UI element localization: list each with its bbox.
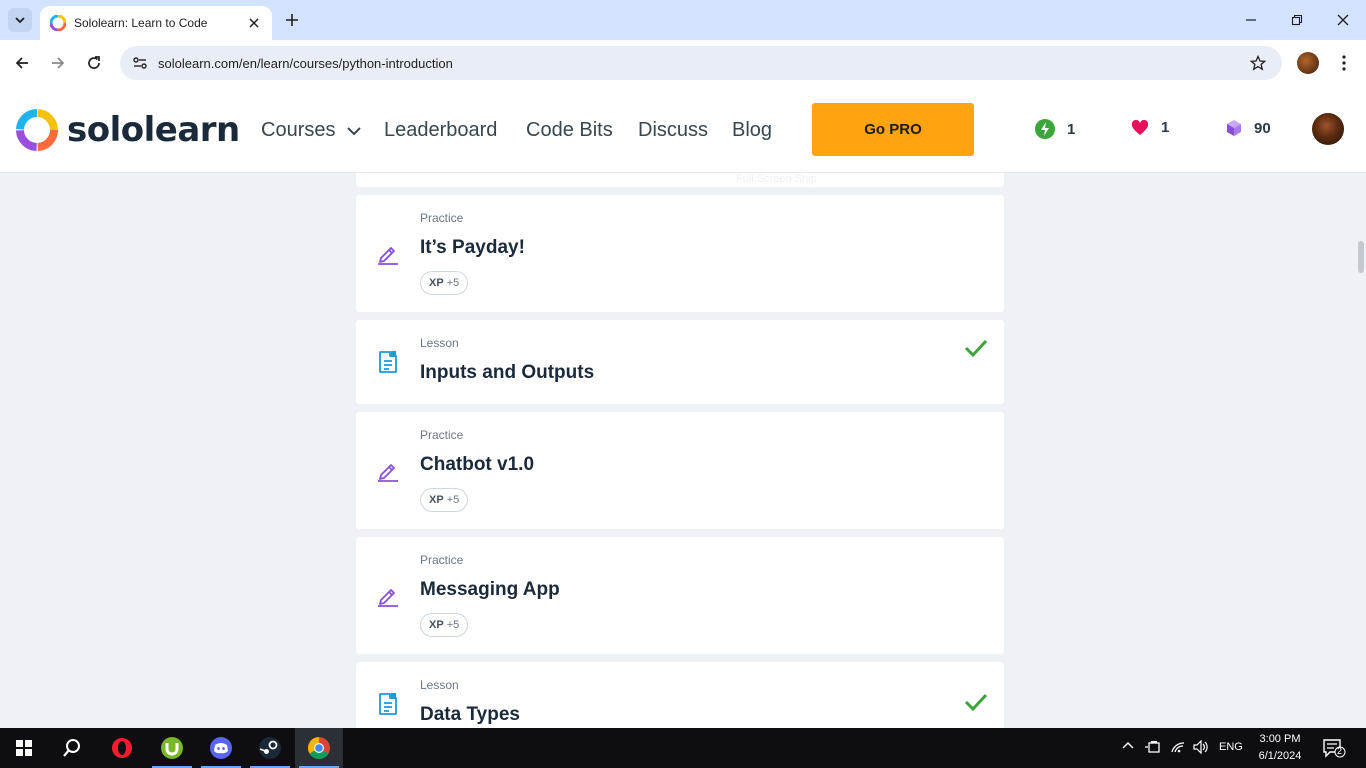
completed-check-icon — [964, 339, 988, 358]
previous-card-partial[interactable]: Full Screen Snip — [356, 173, 1004, 187]
reload-icon[interactable] — [83, 52, 105, 74]
nav-discuss[interactable]: Discuss — [638, 119, 708, 142]
browser-profile-avatar[interactable] — [1297, 52, 1319, 74]
lightning-icon — [1035, 119, 1055, 139]
site-info-icon[interactable] — [130, 53, 150, 73]
nav-courses[interactable]: Courses — [261, 119, 361, 142]
steam-icon[interactable] — [246, 728, 294, 768]
volume-icon[interactable] — [1193, 740, 1209, 754]
input-language-indicator[interactable]: ENG — [1219, 741, 1243, 753]
bits-value: 90 — [1254, 119, 1271, 137]
xp-label: XP — [429, 619, 444, 631]
restore-window-icon[interactable] — [1285, 8, 1309, 32]
browser-toolbar: sololearn.com/en/learn/courses/python-in… — [0, 40, 1366, 86]
course-item-card[interactable]: Practice Chatbot v1.0 XP +5 — [356, 412, 1004, 529]
chevron-down-icon — [347, 127, 361, 136]
xp-badge: XP +5 — [420, 488, 469, 512]
practice-pencil-icon — [378, 589, 398, 607]
bits-counter[interactable]: 90 — [1226, 119, 1271, 137]
notification-center-icon[interactable]: 2 — [1322, 738, 1346, 758]
tab-search-chevron-icon[interactable] — [8, 8, 32, 32]
practice-pencil-icon — [378, 247, 398, 265]
lesson-document-icon — [379, 693, 397, 715]
back-arrow-icon[interactable] — [11, 52, 33, 74]
close-window-icon[interactable] — [1331, 8, 1355, 32]
clock-date: 6/1/2024 — [1258, 750, 1302, 762]
browser-tab-strip: Sololearn: Learn to Code — [0, 0, 1366, 40]
xp-value: +5 — [446, 277, 460, 289]
go-pro-button[interactable]: Go PRO — [812, 103, 974, 156]
item-kind-label: Lesson — [420, 336, 459, 350]
xp-label: XP — [429, 277, 444, 289]
windows-taskbar: ENG 3:00 PM 6/1/2024 2 — [0, 728, 1366, 768]
sololearn-favicon-icon — [50, 15, 66, 31]
battery-icon[interactable] — [1145, 740, 1161, 754]
browser-menu-icon[interactable] — [1334, 52, 1354, 74]
browser-tab[interactable]: Sololearn: Learn to Code — [40, 6, 272, 40]
utorrent-icon[interactable] — [148, 728, 196, 768]
completed-check-icon — [964, 693, 988, 712]
heart-icon — [1131, 119, 1149, 135]
site-header: sololearn Courses Leaderboard Code Bits … — [0, 86, 1366, 173]
system-clock[interactable]: 3:00 PM 6/1/2024 — [1252, 731, 1308, 765]
notification-count: 2 — [1337, 746, 1343, 756]
xp-value: +5 — [446, 619, 460, 631]
item-kind-label: Lesson — [420, 678, 459, 692]
course-content: Full Screen Snip Practice It’s Payday! X… — [0, 173, 1366, 728]
xp-badge: XP +5 — [420, 271, 469, 295]
discord-icon[interactable] — [197, 728, 245, 768]
show-hidden-icons-chevron-icon[interactable] — [1122, 740, 1134, 750]
sololearn-logo[interactable]: sololearn — [15, 108, 240, 152]
nav-blog[interactable]: Blog — [732, 119, 772, 142]
forward-arrow-icon[interactable] — [47, 52, 69, 74]
item-title: Chatbot v1.0 — [420, 454, 535, 475]
lesson-document-icon — [379, 351, 397, 373]
wifi-icon[interactable] — [1170, 740, 1186, 754]
item-title: Inputs and Outputs — [420, 362, 595, 383]
course-item-card[interactable]: Lesson Inputs and Outputs — [356, 320, 1004, 404]
windows-start-icon[interactable] — [0, 728, 48, 768]
chrome-icon[interactable] — [295, 728, 343, 768]
opera-browser-icon[interactable] — [98, 728, 146, 768]
address-bar[interactable]: sololearn.com/en/learn/courses/python-in… — [120, 46, 1282, 80]
hearts-value: 1 — [1161, 119, 1170, 136]
item-title: It’s Payday! — [420, 237, 525, 258]
item-title: Messaging App — [420, 579, 560, 600]
streak-counter[interactable]: 1 — [1035, 119, 1075, 139]
item-kind-label: Practice — [420, 211, 464, 225]
course-item-card[interactable]: Practice Messaging App XP +5 — [356, 537, 1004, 654]
streak-value: 1 — [1067, 120, 1076, 138]
nav-code-bits[interactable]: Code Bits — [526, 119, 613, 142]
new-tab-plus-icon[interactable] — [282, 10, 302, 30]
item-kind-label: Practice — [420, 428, 464, 442]
practice-pencil-icon — [378, 464, 398, 482]
minimize-window-icon[interactable] — [1239, 8, 1263, 32]
xp-value: +5 — [446, 494, 460, 506]
bookmark-star-icon[interactable] — [1248, 53, 1268, 73]
course-item-card[interactable]: Practice It’s Payday! XP +5 — [356, 195, 1004, 312]
sololearn-logo-icon — [16, 109, 58, 151]
tab-title: Sololearn: Learn to Code — [74, 16, 208, 30]
user-avatar[interactable] — [1312, 113, 1344, 145]
url-text[interactable]: sololearn.com/en/learn/courses/python-in… — [158, 56, 1248, 71]
tab-close-icon[interactable] — [246, 15, 262, 31]
hearts-counter[interactable]: 1 — [1131, 119, 1169, 136]
nav-courses-label: Courses — [261, 119, 336, 141]
logo-text: sololearn — [67, 110, 240, 150]
nav-leaderboard[interactable]: Leaderboard — [384, 119, 497, 142]
bits-cube-icon — [1227, 120, 1241, 136]
course-item-card[interactable]: Lesson Data Types — [356, 662, 1004, 728]
xp-label: XP — [429, 494, 444, 506]
faint-overlay-text: Full Screen Snip — [736, 173, 817, 185]
item-kind-label: Practice — [420, 553, 464, 567]
xp-badge: XP +5 — [420, 613, 469, 637]
item-title: Data Types — [420, 704, 520, 725]
page-scrollbar-thumb[interactable] — [1358, 241, 1364, 273]
search-icon[interactable] — [48, 728, 96, 768]
clock-time: 3:00 PM — [1259, 733, 1301, 745]
